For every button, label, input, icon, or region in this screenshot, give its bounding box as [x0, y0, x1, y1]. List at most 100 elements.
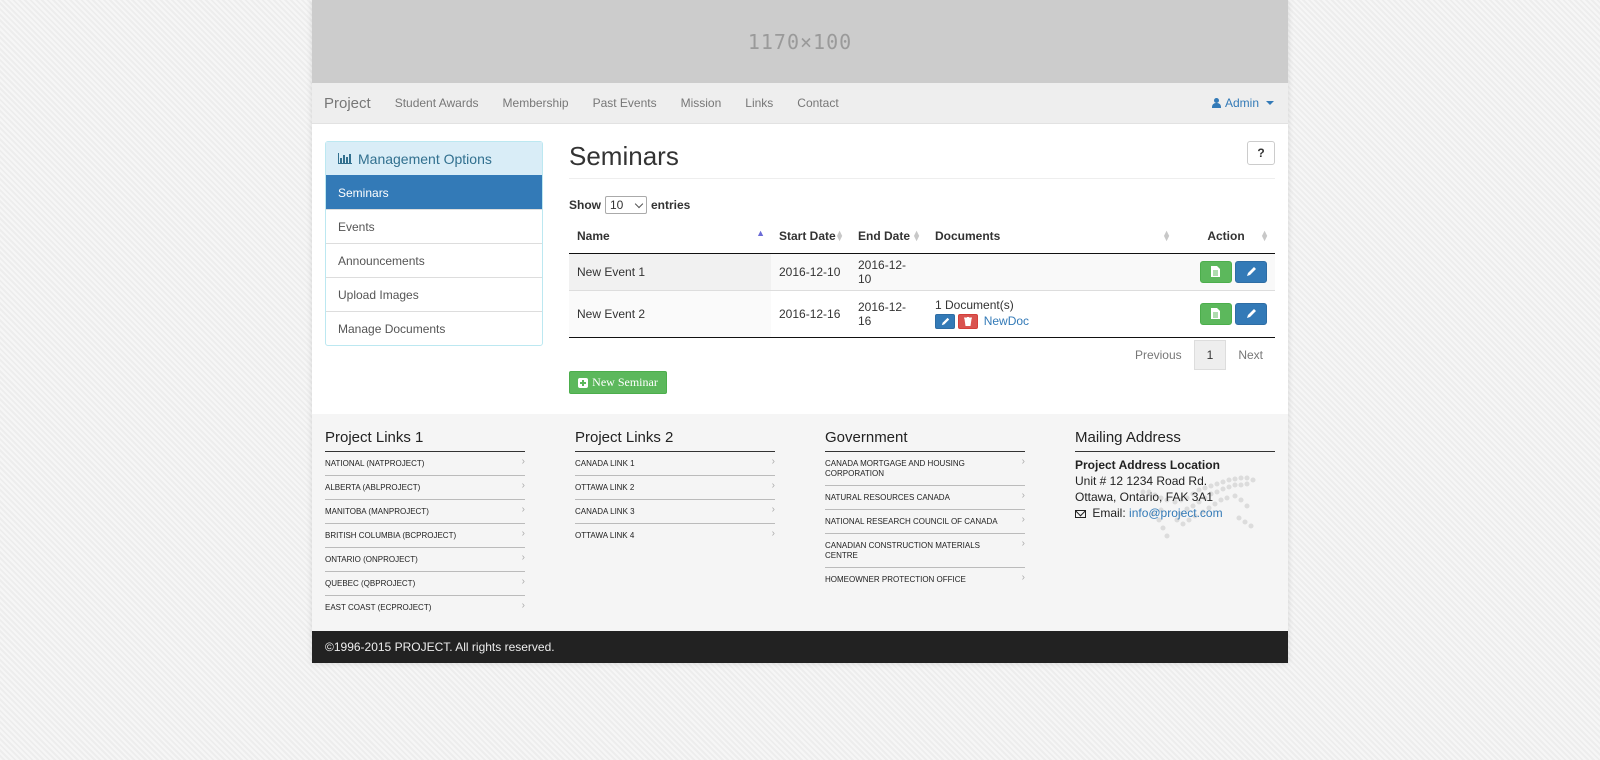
footer-link[interactable]: HOMEOWNER PROTECTION OFFICE: [825, 568, 1025, 591]
sidebar-item-seminars[interactable]: Seminars: [326, 175, 542, 209]
seminars-table: Name ▲ Start Date ▲ ▼ End Date ▲ ▼ Documents ▲…: [569, 220, 1275, 338]
new-seminar-button[interactable]: New Seminar: [569, 371, 667, 394]
footer-link[interactable]: EAST COAST (ECPROJECT): [325, 596, 525, 619]
cell-documents: 1 Document(s) NewDoc: [927, 290, 1177, 338]
plus-square-icon: [578, 377, 589, 388]
footer-link[interactable]: OTTAWA LINK 2: [575, 476, 775, 500]
cell-name: New Event 1: [569, 253, 771, 291]
address-line-1: Unit # 12 1234 Road Rd.: [1075, 474, 1208, 488]
column-header-label: Name: [577, 229, 610, 244]
footer-column-links-1: Project Links 1 NATIONAL (NATPROJECT) AL…: [325, 429, 525, 619]
footer-link[interactable]: ALBERTA (ABLPROJECT): [325, 476, 525, 500]
email-label: Email:: [1092, 506, 1126, 520]
pencil-icon: [1246, 309, 1256, 318]
nav-past-events[interactable]: Past Events: [581, 96, 669, 110]
cell-end-date: 2016-12-10: [850, 253, 927, 291]
edit-document-button[interactable]: [935, 314, 955, 330]
copyright-bar: ©1996-2015 PROJECT. All rights reserved.: [312, 631, 1288, 663]
entries-label: entries: [651, 198, 691, 212]
sidebar-item-announcements[interactable]: Announcements: [326, 243, 542, 277]
cell-start-date: 2016-12-16: [771, 290, 850, 338]
footer-link[interactable]: ONTARIO (ONPROJECT): [325, 548, 525, 572]
address-heading: Project Address Location: [1075, 458, 1220, 472]
sort-icon: ▲ ▼: [912, 228, 921, 243]
nav-mission[interactable]: Mission: [669, 96, 734, 110]
footer-link[interactable]: CANADA LINK 3: [575, 500, 775, 524]
column-header-end-date[interactable]: End Date ▲ ▼: [850, 220, 927, 254]
file-icon: [1211, 266, 1221, 277]
sort-icon: ▲ ▼: [1162, 228, 1171, 243]
admin-dropdown[interactable]: Admin: [1211, 96, 1274, 110]
entries-control: Show 10 entries: [569, 196, 690, 214]
footer-heading: Mailing Address: [1075, 429, 1275, 452]
sidebar-title: Management Options: [358, 150, 492, 167]
main-content: Seminars ? Show 10 entries Name ▲ Start D…: [569, 141, 1275, 394]
document-count: 1 Document(s): [935, 297, 1014, 312]
brand-link[interactable]: Project: [324, 95, 371, 112]
entries-select[interactable]: 10: [605, 196, 647, 214]
footer-heading: Project Links 1: [325, 429, 525, 452]
cell-start-date: 2016-12-10: [771, 253, 850, 291]
table-row: New Event 1 2016-12-10 2016-12-10: [569, 253, 1275, 291]
column-header-label: Documents: [935, 229, 1001, 244]
footer-link[interactable]: QUEBEC (QBPROJECT): [325, 572, 525, 596]
delete-document-button[interactable]: [958, 314, 979, 330]
show-label: Show: [569, 198, 601, 212]
cell-documents: [927, 253, 1177, 291]
banner-placeholder: 1170×100: [312, 0, 1288, 83]
next-page-button[interactable]: Next: [1226, 340, 1275, 370]
footer-link[interactable]: CANADIAN CONSTRUCTION MATERIALS CENTRE: [825, 534, 1025, 568]
footer-link[interactable]: CANADA LINK 1: [575, 452, 775, 476]
help-button[interactable]: ?: [1247, 141, 1275, 165]
sort-icon: ▲ ▼: [835, 228, 844, 243]
user-icon: [1211, 98, 1221, 108]
entries-value: 10: [610, 198, 624, 212]
page-container: 1170×100 Project Student Awards Membersh…: [312, 0, 1288, 663]
page-title: Seminars: [569, 141, 679, 171]
footer-column-mailing: Mailing Address Project Address Location…: [1075, 429, 1275, 539]
bar-chart-icon: [338, 153, 352, 164]
documents-button[interactable]: [1199, 302, 1232, 325]
nav-membership[interactable]: Membership: [491, 96, 581, 110]
footer-link[interactable]: CANADA MORTGAGE AND HOUSING CORPORATION: [825, 452, 1025, 486]
management-sidebar: Management Options Seminars Events Annou…: [325, 141, 543, 346]
footer-column-government: Government CANADA MORTGAGE AND HOUSING C…: [825, 429, 1025, 591]
cell-actions: [1177, 253, 1275, 291]
column-header-action[interactable]: Action ▲ ▼: [1177, 220, 1275, 254]
footer-link[interactable]: OTTAWA LINK 4: [575, 524, 775, 547]
mailing-address: Project Address Location Unit # 12 1234 …: [1075, 452, 1275, 539]
document-link[interactable]: NewDoc: [984, 314, 1029, 328]
previous-page-button[interactable]: Previous: [1123, 340, 1194, 370]
column-header-label: End Date: [858, 229, 911, 244]
footer-link[interactable]: NATIONAL RESEARCH COUNCIL OF CANADA: [825, 510, 1025, 534]
table-row: New Event 2 2016-12-16 2016-12-16 1 Docu…: [569, 290, 1275, 338]
footer-link[interactable]: NATURAL RESOURCES CANADA: [825, 486, 1025, 510]
sort-asc-icon: ▲: [756, 228, 765, 238]
footer-link[interactable]: NATIONAL (NATPROJECT): [325, 452, 525, 476]
column-header-label: Action: [1207, 229, 1245, 244]
page-1-button[interactable]: 1: [1193, 340, 1227, 370]
cell-name: New Event 2: [569, 290, 771, 338]
email-link[interactable]: info@project.com: [1129, 506, 1223, 520]
documents-button[interactable]: [1199, 260, 1232, 283]
chevron-down-icon: [634, 199, 644, 208]
nav-student-awards[interactable]: Student Awards: [383, 96, 491, 110]
caret-down-icon: [1266, 101, 1274, 105]
pencil-icon: [941, 317, 949, 326]
edit-button[interactable]: [1235, 302, 1267, 325]
sidebar-item-upload-images[interactable]: Upload Images: [326, 277, 542, 311]
column-header-name[interactable]: Name ▲: [569, 220, 771, 254]
sidebar-item-events[interactable]: Events: [326, 209, 542, 243]
footer-heading: Government: [825, 429, 1025, 452]
nav-contact[interactable]: Contact: [785, 96, 850, 110]
footer-link[interactable]: MANITOBA (MANPROJECT): [325, 500, 525, 524]
nav-links[interactable]: Links: [733, 96, 785, 110]
edit-button[interactable]: [1235, 260, 1267, 283]
sort-icon: ▲ ▼: [1260, 228, 1269, 243]
column-header-start-date[interactable]: Start Date ▲ ▼: [771, 220, 850, 254]
navbar: Project Student Awards Membership Past E…: [312, 83, 1288, 124]
footer-link[interactable]: BRITISH COLUMBIA (BCPROJECT): [325, 524, 525, 548]
sidebar-item-manage-documents[interactable]: Manage Documents: [326, 311, 542, 345]
column-header-documents[interactable]: Documents ▲ ▼: [927, 220, 1177, 254]
cell-actions: [1177, 290, 1275, 338]
